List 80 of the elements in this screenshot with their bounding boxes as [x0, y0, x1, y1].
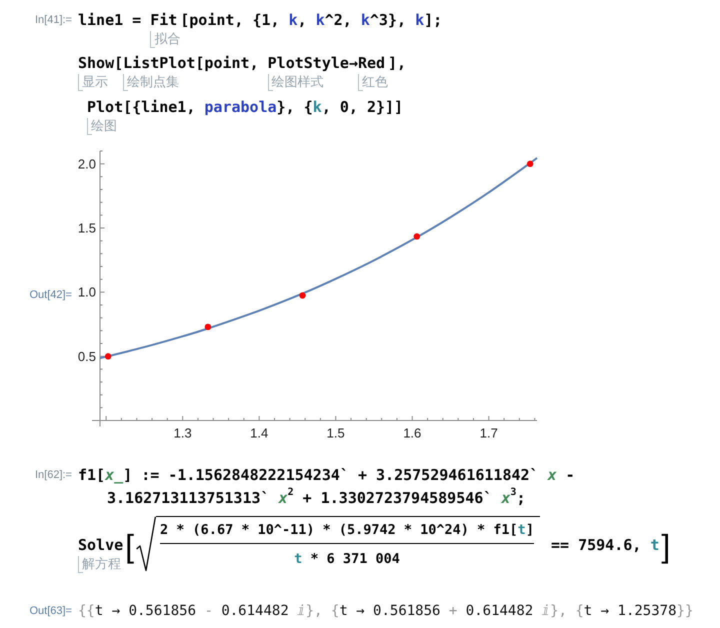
y-tick-label: 1.5 [78, 220, 96, 236]
code-text: [point, {1, [180, 10, 281, 31]
delimiter-text: }} [676, 602, 694, 621]
delimiter-text: + [448, 602, 458, 621]
large-bracket: ] [661, 527, 670, 566]
code-text: Plot [87, 97, 124, 118]
x-tick-label: 1.6 [403, 426, 422, 440]
delimiter-text: }, { [306, 602, 340, 621]
code-text: + 1.3302723794589546` [302, 488, 494, 509]
large-bracket: [ [125, 527, 134, 566]
output-text: 0.614482 [466, 602, 534, 621]
code-text: [ [114, 53, 124, 74]
code-text: Fit [150, 10, 178, 31]
cell-label: In[62]:= [34, 468, 72, 483]
pattern-variable: x [548, 465, 557, 486]
code-text: ^3}, [370, 10, 408, 31]
exponent: 2 [288, 487, 294, 499]
symbol-name: k [360, 10, 370, 31]
y-tick-label: 1.0 [78, 284, 96, 300]
local-variable: t [518, 521, 526, 540]
output-text: 0.614482 [221, 602, 289, 621]
hint-label: 红色 [358, 74, 388, 91]
pattern-variable: x [501, 488, 510, 509]
code-text: Solve [78, 535, 124, 556]
hint-label: 绘图 [87, 118, 117, 135]
code-text: * 6 371 004 [309, 550, 400, 569]
y-tick-label: 0.5 [78, 348, 96, 364]
local-variable: t [294, 550, 302, 569]
hint-label: 显示 [78, 74, 108, 91]
hint-label: 拟合 [150, 31, 180, 48]
code-text: [point, [195, 53, 260, 74]
code-text: Red [358, 53, 386, 74]
code-text: PlotStyle [268, 53, 349, 74]
delimiter-text: }, { [550, 602, 584, 621]
code-text: line1 = [78, 10, 142, 31]
code-text: , 0, 2}]] [322, 97, 404, 118]
code-text: ^2, [324, 10, 353, 31]
output-text: t → 0.561856 [339, 602, 440, 621]
hint-label: 解方程 [78, 556, 121, 573]
code-text: - [564, 465, 575, 486]
local-variable: k [312, 97, 322, 118]
x-tick-label: 1.5 [326, 426, 345, 440]
code-text: [{line1, [123, 97, 196, 118]
code-text: ]; [424, 10, 442, 31]
code-text: f1[ [78, 465, 106, 486]
code-text: == 7594.6, [550, 535, 642, 556]
cell-label: Out[63]= [29, 604, 72, 619]
code-text: ; [516, 488, 526, 509]
delimiter-text: ⅈ [296, 602, 306, 621]
code-text: ] := -1.1562848222154234` + 3.257529461611842` [123, 465, 540, 486]
symbol-name: k [316, 10, 325, 31]
local-variable: t [650, 535, 660, 556]
symbol-name: k [288, 10, 298, 31]
x-tick-label: 1.7 [480, 426, 498, 440]
x-tick-label: 1.4 [250, 426, 268, 440]
output-text: t → 1.25378 [584, 602, 677, 621]
code-text: 2 * (6.67 * 10^-11) * (5.9742 * 10^24) * f1[ [160, 521, 518, 540]
exponent: 3 [510, 487, 516, 498]
code-text: ], [388, 53, 406, 74]
output-text: t → 0.561856 [94, 602, 196, 621]
code-text: , [298, 10, 308, 31]
symbol-name: parabola [204, 97, 277, 118]
cell-label: Out[42]= [29, 288, 72, 303]
delimiter-text: ⅈ [540, 602, 550, 621]
hint-label: 绘图样式 [268, 74, 324, 91]
code-text: }, { [276, 97, 313, 118]
code-text: Show [78, 53, 114, 74]
code-text: ] [526, 521, 534, 540]
symbol-name: k [415, 10, 424, 31]
delimiter-text: {{ [78, 602, 95, 621]
code-text: ListPlot [123, 53, 196, 74]
y-tick-label: 2.0 [78, 156, 96, 172]
code-text: 3.162713113751313` [107, 488, 271, 509]
x-tick-label: 1.3 [174, 426, 192, 440]
pattern-variable: x [278, 488, 288, 509]
delimiter-text: - [203, 602, 214, 621]
cell-label: In[41]:= [34, 13, 72, 28]
code-text: → [348, 53, 358, 74]
hint-label: 绘制点集 [123, 74, 180, 91]
pattern-variable: x_ [105, 465, 124, 486]
